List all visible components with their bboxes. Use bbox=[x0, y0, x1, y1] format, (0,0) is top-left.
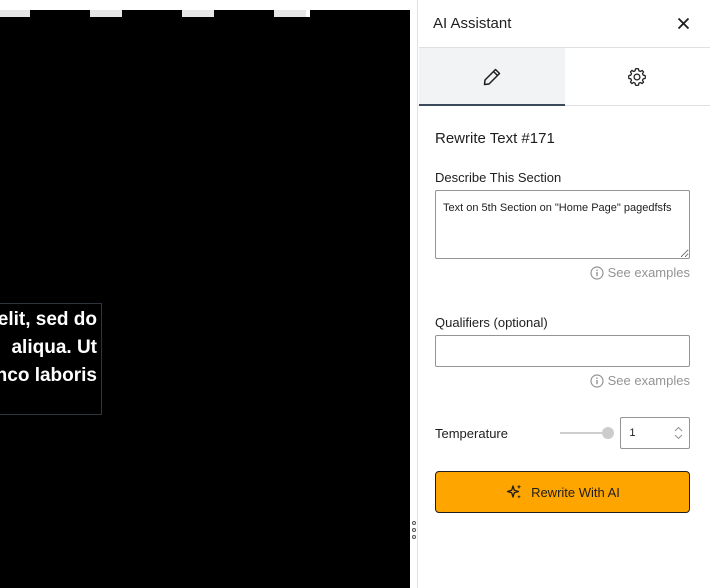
canvas-top-strip bbox=[0, 0, 410, 10]
info-icon bbox=[590, 265, 604, 280]
text-line: nco laboris bbox=[0, 365, 97, 386]
spin-buttons[interactable] bbox=[674, 426, 683, 440]
temperature-slider[interactable] bbox=[559, 417, 615, 449]
editor-canvas[interactable]: elit, sed do aliqua. Ut nco laboris bbox=[0, 0, 410, 588]
text-block-content: elit, sed do aliqua. Ut nco laboris bbox=[0, 306, 97, 390]
ruler-tick bbox=[90, 10, 122, 17]
chevron-down-icon[interactable] bbox=[674, 434, 683, 440]
temperature-label: Temperature bbox=[435, 425, 508, 441]
pencil-icon bbox=[483, 68, 500, 85]
panel-header: AI Assistant bbox=[419, 0, 710, 48]
gear-icon bbox=[628, 67, 647, 86]
see-examples-text: See examples bbox=[607, 265, 690, 280]
panel-divider bbox=[410, 0, 418, 588]
temperature-stepper[interactable]: 1 bbox=[620, 417, 690, 449]
describe-textarea[interactable]: Text on 5th Section on "Home Page" paged… bbox=[435, 190, 690, 259]
see-examples-link[interactable]: See examples bbox=[435, 373, 690, 388]
temperature-value: 1 bbox=[629, 427, 636, 439]
qualifiers-input[interactable] bbox=[435, 335, 690, 367]
describe-label: Describe This Section bbox=[435, 170, 562, 185]
see-examples-text: See examples bbox=[607, 373, 690, 388]
slider-thumb[interactable] bbox=[602, 427, 615, 439]
slider-track bbox=[559, 432, 609, 434]
close-icon bbox=[677, 17, 689, 30]
info-icon bbox=[590, 373, 604, 388]
rewrite-button-label: Rewrite With AI bbox=[531, 484, 620, 500]
rewrite-with-ai-button[interactable]: Rewrite With AI bbox=[435, 471, 690, 513]
see-examples-link[interactable]: See examples bbox=[435, 265, 690, 280]
close-button[interactable] bbox=[672, 13, 694, 35]
ruler-tick bbox=[274, 10, 306, 17]
ruler-tick bbox=[306, 10, 310, 17]
panel-body: Rewrite Text #171 Describe This Section … bbox=[419, 130, 710, 513]
chevron-up-icon[interactable] bbox=[674, 426, 683, 432]
sparkles-icon bbox=[506, 484, 522, 499]
temperature-row: Temperature 1 bbox=[435, 417, 690, 449]
panel-tabs bbox=[419, 48, 710, 106]
ruler-tick bbox=[0, 10, 30, 17]
qualifiers-label: Qualifiers (optional) bbox=[435, 315, 548, 330]
ruler-tick bbox=[182, 10, 214, 17]
tab-settings[interactable] bbox=[565, 48, 710, 105]
ai-assistant-panel: AI Assistant Rewrite Text #171 Describe … bbox=[419, 0, 710, 588]
tab-rewrite[interactable] bbox=[419, 48, 565, 106]
section-title: Rewrite Text #171 bbox=[435, 130, 555, 147]
text-line: aliqua. Ut bbox=[11, 337, 97, 358]
resize-handle[interactable] bbox=[411, 521, 417, 539]
text-line: elit, sed do bbox=[0, 309, 97, 330]
selected-text-block[interactable]: elit, sed do aliqua. Ut nco laboris bbox=[0, 303, 102, 415]
panel-title: AI Assistant bbox=[433, 15, 512, 32]
